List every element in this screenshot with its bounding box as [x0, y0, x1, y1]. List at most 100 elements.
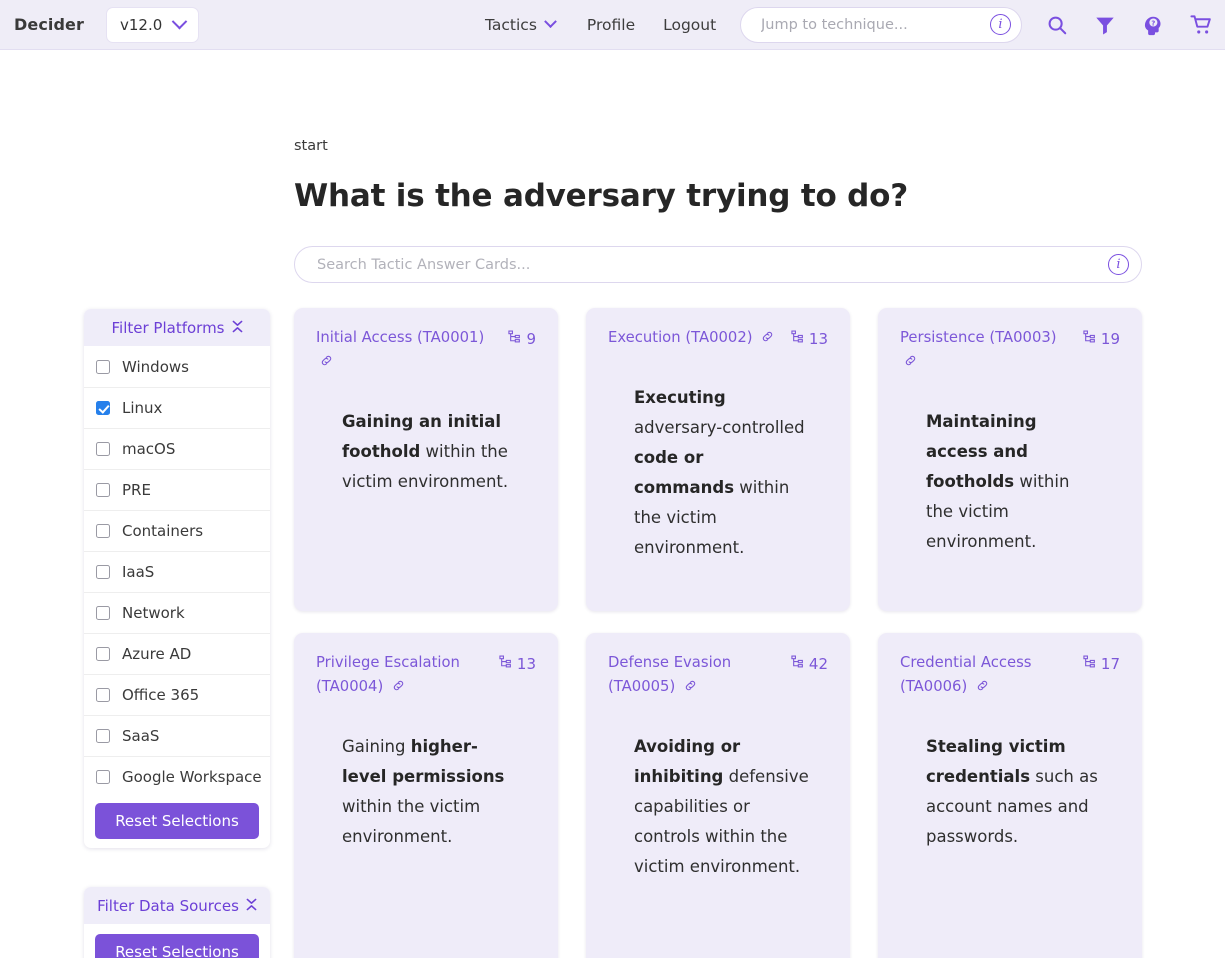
- tactic-card-header: Credential Access (TA0006) 17: [900, 651, 1120, 700]
- checkbox-windows[interactable]: [96, 359, 110, 374]
- checkbox-google-workspace[interactable]: [96, 770, 110, 784]
- reset-platform-selections-button[interactable]: Reset Selections: [95, 803, 259, 839]
- tactic-card-description: Executing adversary-controlled code or c…: [634, 383, 809, 563]
- tactic-card-title[interactable]: Initial Access (TA0001): [316, 326, 498, 375]
- tactic-answer-card[interactable]: Persistence (TA0003) 19 Maintaining acces…: [878, 308, 1142, 611]
- tactic-card-title[interactable]: Persistence (TA0003): [900, 326, 1074, 375]
- link-icon[interactable]: [320, 354, 333, 371]
- breadcrumb[interactable]: start: [294, 138, 328, 154]
- app-brand: Decider: [14, 15, 84, 34]
- tactic-card-header: Execution (TA0002) 13: [608, 326, 828, 351]
- filter-data-sources-panel: Filter Data Sources Reset Selections: [84, 887, 270, 958]
- link-icon[interactable]: [392, 679, 405, 696]
- jump-to-technique-field[interactable]: i: [740, 6, 1022, 43]
- nav-item-logout[interactable]: Logout: [649, 16, 730, 34]
- tactic-answer-card[interactable]: Privilege Escalation (TA0004) 13 Gaining …: [294, 633, 558, 958]
- filter-platforms-header[interactable]: Filter Platforms: [84, 309, 270, 346]
- checkbox-saas[interactable]: [96, 729, 110, 743]
- tactic-card-title[interactable]: Credential Access (TA0006): [900, 651, 1074, 700]
- filter-label: Containers: [122, 522, 204, 540]
- sitemap-icon: [498, 652, 512, 676]
- description-text: adversary-controlled: [634, 418, 805, 438]
- tactic-card-title-text: Privilege Escalation (TA0004): [316, 654, 460, 695]
- version-select[interactable]: v12.0: [106, 6, 200, 43]
- jump-to-technique-input[interactable]: [759, 15, 990, 34]
- tactic-answer-card[interactable]: Defense Evasion (TA0005) 42 Avoiding or i…: [586, 633, 850, 958]
- tactic-card-header: Persistence (TA0003) 19: [900, 326, 1120, 375]
- tactic-answer-card[interactable]: Execution (TA0002) 13 Executing adversary…: [586, 308, 850, 611]
- tactic-card-description: Maintaining access and footholds within …: [926, 407, 1101, 557]
- sitemap-icon: [790, 327, 804, 351]
- filter-row-azure-ad[interactable]: Azure AD: [84, 633, 270, 674]
- tactic-card-title[interactable]: Defense Evasion (TA0005): [608, 651, 782, 700]
- link-icon[interactable]: [761, 330, 774, 347]
- tactic-card-header: Defense Evasion (TA0005) 42: [608, 651, 828, 700]
- filter-row-pre[interactable]: PRE: [84, 469, 270, 510]
- checkbox-macos[interactable]: [96, 442, 110, 456]
- technique-count-value: 42: [808, 655, 828, 673]
- filter-row-saas[interactable]: SaaS: [84, 715, 270, 756]
- tactic-card-grid: Initial Access (TA0001) 9 Gaining an init…: [294, 308, 1142, 958]
- link-icon[interactable]: [684, 679, 697, 696]
- filter-label: Network: [122, 604, 185, 622]
- head-question-icon[interactable]: ?: [1142, 14, 1164, 36]
- filter-row-containers[interactable]: Containers: [84, 510, 270, 551]
- checkbox-iaas[interactable]: [96, 565, 110, 579]
- filter-row-iaas[interactable]: IaaS: [84, 551, 270, 592]
- tactic-answer-card[interactable]: Credential Access (TA0006) 17 Stealing vi…: [878, 633, 1142, 958]
- info-icon[interactable]: i: [990, 14, 1011, 35]
- filter-label: IaaS: [122, 563, 155, 581]
- filter-label: Office 365: [122, 686, 200, 704]
- nav-item-profile[interactable]: Profile: [573, 16, 649, 34]
- info-icon[interactable]: i: [1108, 254, 1129, 275]
- nav-item-tactics[interactable]: Tactics: [485, 15, 573, 34]
- filter-row-linux[interactable]: Linux: [84, 387, 270, 428]
- tactic-card-title[interactable]: Execution (TA0002): [608, 326, 774, 351]
- link-icon[interactable]: [904, 354, 917, 371]
- compress-icon[interactable]: [232, 319, 243, 337]
- tactic-card-description: Stealing victim credentials such as acco…: [926, 732, 1101, 852]
- checkbox-containers[interactable]: [96, 524, 110, 538]
- filter-row-macos[interactable]: macOS: [84, 428, 270, 469]
- search-icon[interactable]: [1046, 14, 1068, 36]
- tactic-card-search-input[interactable]: [315, 255, 1108, 274]
- top-navbar: Decider v12.0 Tactics Profile Logout i: [0, 0, 1225, 50]
- filter-data-sources-title: Filter Data Sources: [97, 896, 239, 915]
- filter-data-sources-header[interactable]: Filter Data Sources: [84, 887, 270, 924]
- tactic-card-title-text: Defense Evasion (TA0005): [608, 654, 732, 695]
- compress-icon[interactable]: [246, 897, 257, 915]
- checkbox-linux[interactable]: [96, 401, 110, 415]
- chevron-down-icon: [172, 13, 188, 30]
- description-text: within the victim environment.: [342, 796, 481, 846]
- filter-label: Azure AD: [122, 645, 192, 663]
- filter-platforms-title: Filter Platforms: [111, 318, 225, 337]
- filter-row-windows[interactable]: Windows: [84, 346, 270, 387]
- tactic-card-title-text: Initial Access (TA0001): [316, 329, 485, 346]
- checkbox-pre[interactable]: [96, 483, 110, 497]
- checkbox-office-365[interactable]: [96, 688, 110, 702]
- sitemap-icon: [507, 327, 521, 351]
- nav-item-tactics-label: Tactics: [485, 15, 537, 34]
- tactic-card-title[interactable]: Privilege Escalation (TA0004): [316, 651, 490, 700]
- nav-links: Tactics Profile Logout: [485, 15, 730, 34]
- filter-row-google-workspace[interactable]: Google Workspace: [84, 756, 270, 797]
- reset-data-source-selections-button[interactable]: Reset Selections: [95, 934, 259, 958]
- tactic-card-search-field[interactable]: i: [294, 246, 1142, 283]
- tactic-card-description: Gaining higher-level permissions within …: [342, 732, 517, 852]
- shopping-cart-icon[interactable]: [1190, 14, 1213, 36]
- technique-count-value: 13: [808, 330, 828, 348]
- technique-count-value: 9: [526, 330, 536, 348]
- link-icon[interactable]: [976, 679, 989, 696]
- filter-row-office-365[interactable]: Office 365: [84, 674, 270, 715]
- tactic-card-description: Gaining an initial foothold within the v…: [342, 407, 517, 497]
- tactic-card-header: Privilege Escalation (TA0004) 13: [316, 651, 536, 700]
- tactic-answer-card[interactable]: Initial Access (TA0001) 9 Gaining an init…: [294, 308, 558, 611]
- technique-count: 13: [498, 651, 536, 676]
- filter-funnel-icon[interactable]: [1094, 14, 1116, 36]
- checkbox-network[interactable]: [96, 606, 110, 620]
- sitemap-icon: [790, 652, 804, 676]
- technique-count: 42: [790, 651, 828, 676]
- filter-row-network[interactable]: Network: [84, 592, 270, 633]
- checkbox-azure-ad[interactable]: [96, 647, 110, 661]
- description-text: Gaining: [342, 736, 411, 756]
